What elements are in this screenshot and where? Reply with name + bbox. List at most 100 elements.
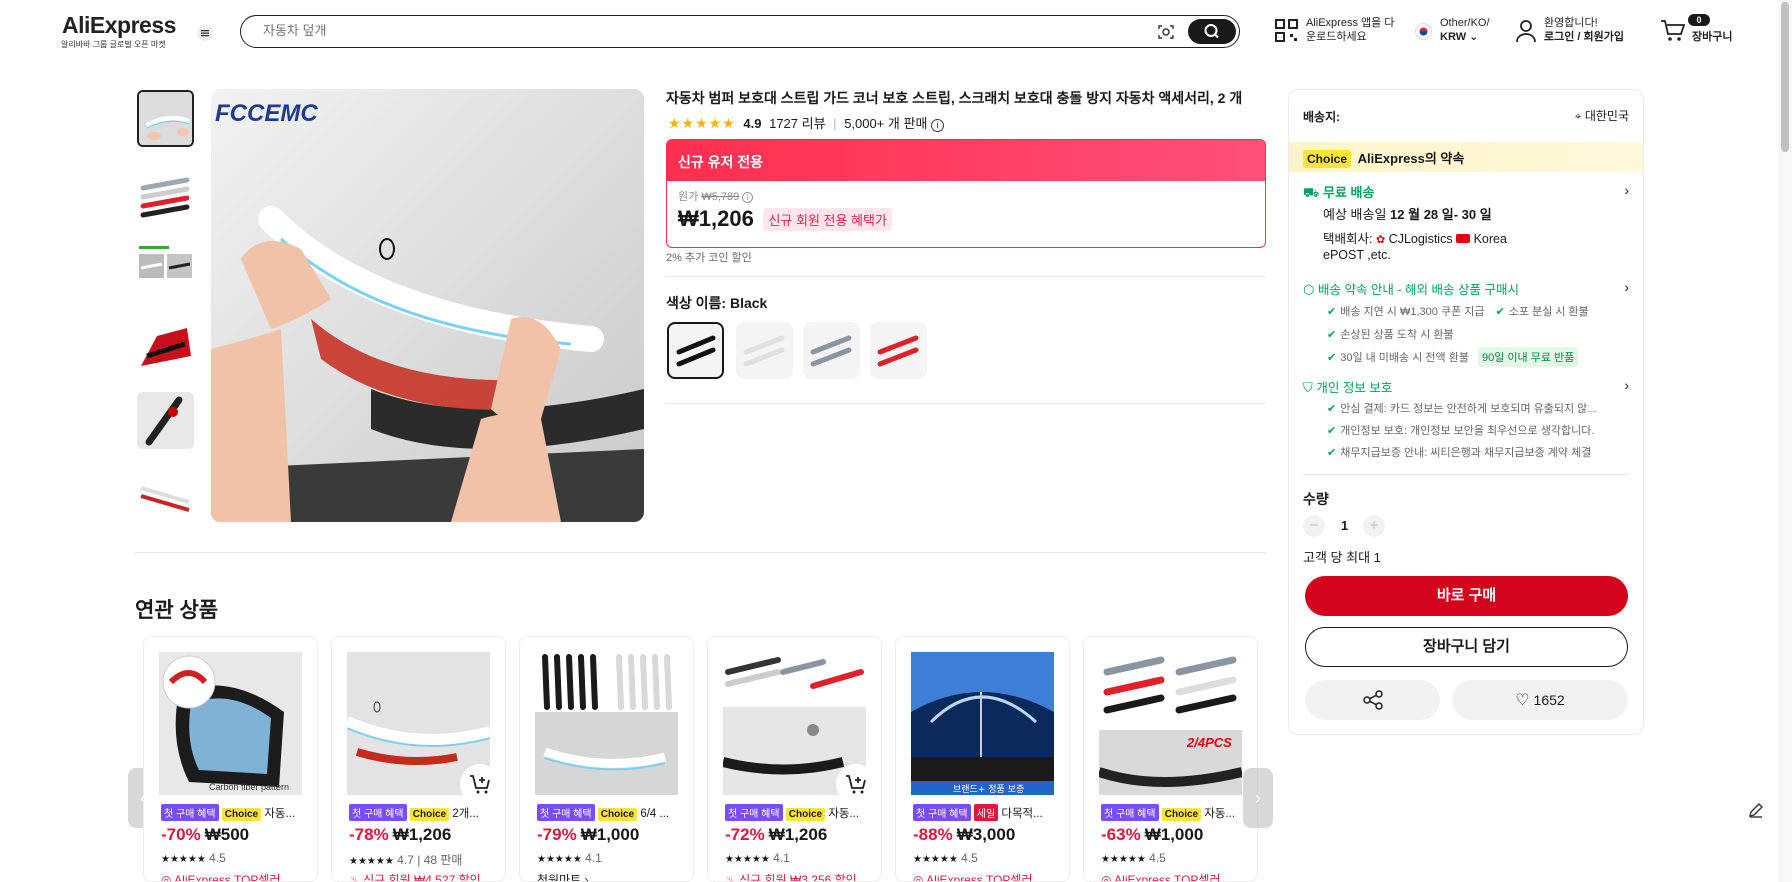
eta-value: 12 월 28 일- 30 일 [1390, 207, 1492, 222]
share-button[interactable] [1305, 680, 1440, 720]
gallery-thumbnail-2[interactable] [137, 166, 194, 223]
gallery-thumbnail-5[interactable] [137, 392, 194, 449]
buy-now-button[interactable]: 바로 구매 [1305, 576, 1628, 616]
chevron-right-icon: › [1624, 182, 1629, 198]
page-scrollbar-thumb[interactable] [1781, 2, 1789, 152]
ship-to-label: 배송지: [1303, 110, 1341, 124]
discount-percent: -79% [537, 825, 577, 844]
gallery-thumbnail-6[interactable] [137, 468, 194, 522]
share-icon [1363, 690, 1383, 710]
related-product-name: 자동... [828, 808, 860, 820]
related-product-name: 자동... [264, 808, 296, 820]
login-signup-link[interactable]: 로그인 / 회원가입 [1544, 30, 1624, 44]
free-shipping-row[interactable]: ⛟ 무료 배송 › [1303, 182, 1629, 203]
menu-icon[interactable] [197, 25, 213, 41]
related-product-card[interactable]: 2/4PCS 첫 구매 혜택 Choice 자동... -63% ₩1,000 ★… [1083, 636, 1258, 882]
user-icon[interactable] [1515, 19, 1537, 43]
price: ₩3,000 [956, 825, 1016, 844]
divider [666, 403, 1266, 404]
rating-stars-icon: ★★★★★ [725, 854, 770, 865]
review-count[interactable]: 1727 리뷰 [769, 116, 825, 131]
privacy-row[interactable]: ⛉ 개인 정보 보호 › [1303, 377, 1629, 396]
related-product-card[interactable]: 첫 구매 혜택 Choice 6/4 ... -79% ₩1,000 ★★★★★ … [519, 636, 694, 882]
related-product-image[interactable]: 2/4PCS [1099, 652, 1242, 795]
free-return-tag: 90일 이내 무료 반품 [1478, 347, 1579, 367]
original-price-label: 원가 [678, 191, 699, 203]
related-product-image[interactable] [347, 652, 490, 795]
choice-promise-title: AliExpress의 약속 [1357, 151, 1465, 166]
search-bar [240, 15, 1240, 48]
new-user-promo-box: 신규 유저 전용 원가 ₩5,789 i ₩1,206 신규 회원 전용 혜택가 [666, 139, 1266, 248]
related-product-image[interactable]: 브랜드+ 정품 보증 [911, 652, 1054, 795]
edit-feedback-icon[interactable] [1746, 800, 1766, 820]
carousel-next-button[interactable]: › [1243, 768, 1273, 828]
color-swatch-grey[interactable] [803, 322, 860, 379]
color-swatch-black[interactable] [667, 322, 724, 379]
gallery-thumbnail-3[interactable] [137, 240, 194, 297]
cart-label[interactable]: 장바구니 [1692, 30, 1732, 44]
region-currency-selector[interactable]: Other/KO/ KRW ⌄ [1440, 16, 1490, 44]
search-button[interactable] [1188, 19, 1236, 44]
price: ₩1,000 [580, 825, 640, 844]
truck-icon: ⛟ [1303, 185, 1320, 200]
related-product-image[interactable]: Carbon fiber pattern [159, 652, 302, 795]
rating-stars-icon: ★★★★★ [1101, 854, 1146, 865]
aliexpress-logo[interactable]: AliExpress [62, 12, 176, 39]
related-product-tags: 첫 구매 혜택 Choice 2개... [349, 804, 494, 821]
quantity-value[interactable]: 1 [1341, 518, 1348, 533]
delivery-guarantee-row[interactable]: ⬡ 배송 약속 안내 - 해외 배송 상품 구매시 › [1303, 279, 1629, 298]
related-product-extra: ◎ AliExpress TOP셀러 [161, 871, 281, 882]
cart-icon[interactable] [1660, 19, 1686, 43]
delivery-estimate: 예상 배송일 12 월 28 일- 30 일 [1323, 204, 1492, 223]
related-product-card[interactable]: 브랜드+ 정품 보증 첫 구매 혜택 세일 다목적... -88% ₩3,000 … [895, 636, 1070, 882]
color-swatch-white[interactable] [736, 322, 793, 379]
related-product-image[interactable] [535, 652, 678, 795]
check-icon: ✔ [1327, 447, 1337, 459]
ship-to-selector[interactable]: ⌖ 대한민국 [1575, 107, 1629, 124]
quantity-increase-button[interactable]: + [1363, 515, 1385, 537]
related-product-price: -72% ₩1,206 [725, 825, 827, 845]
add-to-cart-icon[interactable] [836, 764, 866, 795]
app-download-link[interactable]: AliExpress 앱을 다 운로드하세요 [1306, 16, 1394, 44]
extra-text: 신규 회원 ₩3,256 할인 [739, 873, 857, 882]
related-product-card[interactable]: Carbon fiber pattern 첫 구매 혜택 Choice 자동..… [143, 636, 318, 882]
add-to-cart-button[interactable]: 장바구니 담기 [1305, 627, 1628, 667]
related-product-rating: ★★★★★ 4.1 [537, 851, 602, 865]
check-icon: ✔ [1327, 306, 1337, 318]
gallery-thumbnail-1[interactable] [137, 90, 194, 147]
chevron-down-icon: ⌄ [1469, 31, 1479, 43]
image-caption: Carbon fiber pattern [209, 782, 289, 792]
wishlist-button[interactable]: ♡ 1652 [1452, 680, 1628, 720]
related-product-extra: ◎ AliExpress TOP셀러 [1101, 871, 1221, 881]
gallery-thumbnail-4[interactable] [137, 316, 194, 373]
first-purchase-tag: 첫 구매 혜택 [349, 804, 407, 821]
rating-value: 4.9 [743, 116, 762, 131]
heart-icon: ♡ [1515, 692, 1530, 709]
related-product-image[interactable] [723, 652, 866, 795]
color-swatch-red[interactable] [870, 322, 927, 379]
main-product-image[interactable]: FCCEMC [211, 89, 644, 522]
account-link[interactable]: 환영합니다! 로그인 / 회원가입 [1544, 16, 1624, 44]
extra-text: AliExpress TOP셀러 [174, 873, 281, 882]
related-product-card[interactable]: 첫 구매 혜택 Choice 2개... -78% ₩1,206 ★★★★★ 4.… [331, 636, 506, 882]
rating-value: 4.7 [397, 853, 414, 867]
related-product-rating: ★★★★★ 4.5 [913, 851, 978, 865]
related-product-name: 2개... [452, 808, 479, 820]
chevron-right-icon: › [1624, 279, 1629, 295]
carrier-epost: ePOST ,etc. [1323, 248, 1391, 262]
quantity-decrease-button[interactable]: − [1303, 515, 1325, 537]
top-seller-icon: ◎ [161, 873, 172, 882]
image-caption: 브랜드+ 정품 보증 [953, 784, 1024, 795]
free-shipping-label: 무료 배송 [1322, 185, 1375, 200]
related-product-card[interactable]: 첫 구매 혜택 Choice 자동... -72% ₩1,206 ★★★★★ 4.… [707, 636, 882, 882]
info-icon[interactable]: i [931, 119, 945, 132]
related-product-extra[interactable]: 천원마트 › [537, 871, 589, 881]
choice-promise-band: Choice AliExpress의 약속 [1289, 142, 1643, 172]
korea-flag-icon [1415, 23, 1432, 40]
search-input[interactable] [263, 23, 1063, 38]
price-info-icon[interactable]: i [742, 192, 754, 203]
add-to-cart-icon[interactable] [460, 764, 490, 795]
qr-code-icon[interactable] [1275, 19, 1299, 43]
camera-search-icon[interactable] [1157, 23, 1175, 41]
color-value: Black [729, 295, 768, 311]
